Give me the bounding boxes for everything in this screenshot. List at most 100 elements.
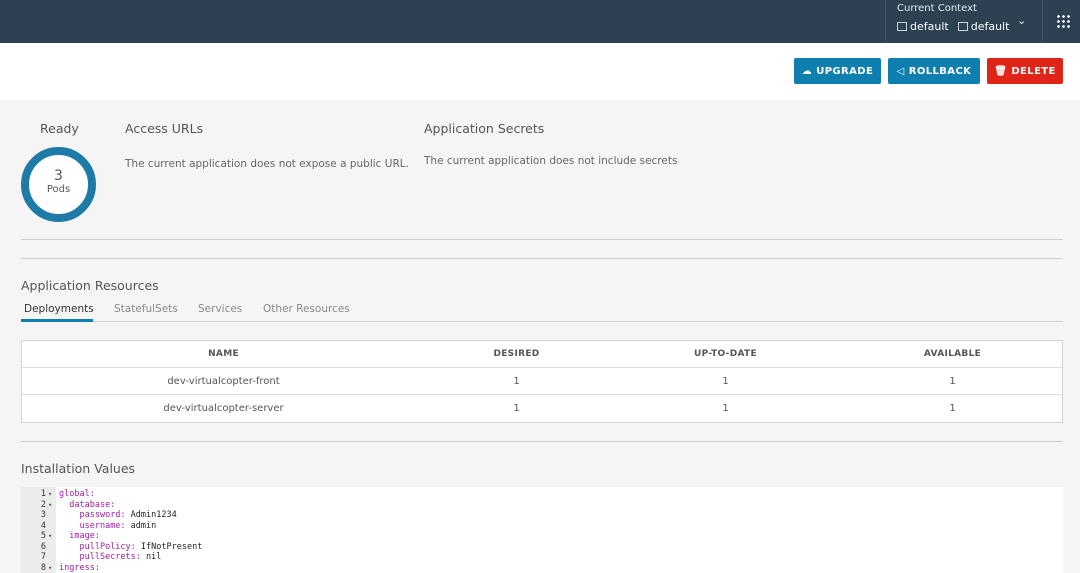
deployment-desired: 1 <box>513 376 520 387</box>
code-text: pullPolicy: IfNotPresent <box>59 542 202 553</box>
rewind-icon: ◁ <box>896 65 905 77</box>
yaml-key: pullSecrets: <box>79 552 141 562</box>
yaml-key: database: <box>69 499 116 510</box>
installation-values-title: Installation Values <box>21 461 136 476</box>
yaml-value: IfNotPresent <box>135 541 203 552</box>
deployment-name: dev-virtualcopter-server <box>163 403 284 414</box>
code-text: global: <box>59 489 95 500</box>
app-grid-icon[interactable] <box>1056 14 1070 28</box>
yaml-key: image: <box>69 531 100 541</box>
table-row[interactable]: dev-virtualcopter-server 1 1 1 <box>22 395 1062 422</box>
fold-toggle-icon[interactable]: ▾ <box>48 489 52 500</box>
code-line[interactable]: 1 ▾ global: <box>21 489 1063 500</box>
action-bar: ☁ UPGRADE ◁ ROLLBACK 🗑 DELETE <box>0 43 1080 100</box>
access-urls-text: The current application does not expose … <box>125 158 409 170</box>
table-header: NAME DESIRED UP-TO-DATE AVAILABLE <box>22 341 1062 368</box>
chevron-down-icon[interactable]: ⌄ <box>1017 14 1026 27</box>
pods-label: Pods <box>46 184 71 195</box>
rollback-button[interactable]: ◁ ROLLBACK <box>888 58 980 84</box>
line-number: 6 <box>40 541 46 552</box>
column-header-available[interactable]: AVAILABLE <box>843 341 1062 368</box>
context-namespace: default <box>970 20 1010 33</box>
code-line[interactable]: 4 username: admin <box>21 521 1063 532</box>
code-line[interactable]: 3 password: Admin1234 <box>21 510 1063 521</box>
table-row[interactable]: dev-virtualcopter-front 1 1 1 <box>22 368 1062 395</box>
deployment-name: dev-virtualcopter-front <box>167 376 280 387</box>
deployment-up-to-date: 1 <box>722 403 729 414</box>
context-values: default default <box>897 20 1009 33</box>
code-line[interactable]: 7 pullSecrets: nil <box>21 552 1063 563</box>
fold-toggle-icon[interactable]: ▾ <box>48 563 52 573</box>
column-header-name[interactable]: NAME <box>22 341 425 368</box>
delete-label: DELETE <box>1011 65 1056 77</box>
namespace-icon <box>957 22 968 31</box>
line-number: 7 <box>40 552 46 562</box>
trash-icon: 🗑 <box>994 65 1008 77</box>
code-line[interactable]: 8 ▾ ingress: <box>21 563 1063 573</box>
line-number: 3 <box>40 510 46 520</box>
resource-tabs: Deployments StatefulSets Services Other … <box>21 300 1063 322</box>
tab-statefulsets[interactable]: StatefulSets <box>114 303 178 315</box>
context-title: Current Context <box>897 3 977 14</box>
context-selector[interactable]: Current Context default default ⌄ <box>885 0 1042 43</box>
yaml-value: admin <box>125 520 157 531</box>
active-tab-indicator <box>21 319 93 322</box>
upgrade-label: UPGRADE <box>816 65 874 77</box>
code-line[interactable]: 2 ▾ database: <box>21 500 1063 511</box>
context-cluster: default <box>910 20 949 33</box>
column-header-desired[interactable]: DESIRED <box>425 341 608 368</box>
code-line[interactable]: 6 pullPolicy: IfNotPresent <box>21 542 1063 553</box>
line-number: 5 <box>40 531 46 541</box>
ready-label: Ready <box>40 121 79 136</box>
rollback-label: ROLLBACK <box>908 65 972 77</box>
column-header-up-to-date[interactable]: UP-TO-DATE <box>608 341 843 368</box>
code-text: image: <box>59 531 100 542</box>
tab-services[interactable]: Services <box>198 303 242 315</box>
cluster-icon <box>897 22 907 31</box>
yaml-editor[interactable]: 1 ▾ global: 2 ▾ database: 3 password: Admin12… <box>21 487 1063 573</box>
yaml-key: global: <box>59 489 95 499</box>
app-secrets-title: Application Secrets <box>424 121 545 136</box>
tab-other-resources[interactable]: Other Resources <box>263 303 350 315</box>
app-resources-title: Application Resources <box>21 278 159 293</box>
deployment-available: 1 <box>949 376 956 387</box>
delete-button[interactable]: 🗑 DELETE <box>987 58 1063 84</box>
line-number: 4 <box>40 520 46 531</box>
yaml-key: password: <box>79 510 126 520</box>
code-text: ingress: <box>59 563 100 573</box>
app-secrets-text: The current application does not include… <box>424 155 678 167</box>
code-line[interactable]: 5 ▾ image: <box>21 531 1063 542</box>
app-launcher[interactable] <box>1042 0 1080 43</box>
pods-ready-donut: 3 Pods <box>21 147 96 222</box>
divider <box>21 441 1063 442</box>
deployments-table: NAME DESIRED UP-TO-DATE AVAILABLE dev-vi… <box>21 340 1063 423</box>
pods-count: 3 <box>54 168 63 184</box>
line-number: 1 <box>40 489 46 499</box>
yaml-key: ingress: <box>59 562 100 573</box>
access-urls-title: Access URLs <box>125 121 204 136</box>
line-number: 8 <box>40 562 46 573</box>
code-text: pullSecrets: nil <box>59 552 161 563</box>
yaml-value: Admin1234 <box>125 510 177 520</box>
line-number: 2 <box>40 499 46 510</box>
cloud-upload-icon: ☁ <box>801 65 813 77</box>
divider <box>21 258 1063 259</box>
code-text: database: <box>59 500 115 511</box>
divider <box>21 239 1063 240</box>
deployment-up-to-date: 1 <box>722 376 729 387</box>
yaml-key: pullPolicy: <box>79 541 136 552</box>
tab-deployments[interactable]: Deployments <box>24 303 94 315</box>
upgrade-button[interactable]: ☁ UPGRADE <box>794 58 881 84</box>
yaml-key: username: <box>79 520 126 531</box>
top-navbar: Current Context default default ⌄ <box>0 0 1080 43</box>
code-text: username: admin <box>59 521 156 532</box>
fold-toggle-icon[interactable]: ▾ <box>48 531 52 542</box>
deployment-desired: 1 <box>513 403 520 414</box>
fold-toggle-icon[interactable]: ▾ <box>48 500 52 511</box>
